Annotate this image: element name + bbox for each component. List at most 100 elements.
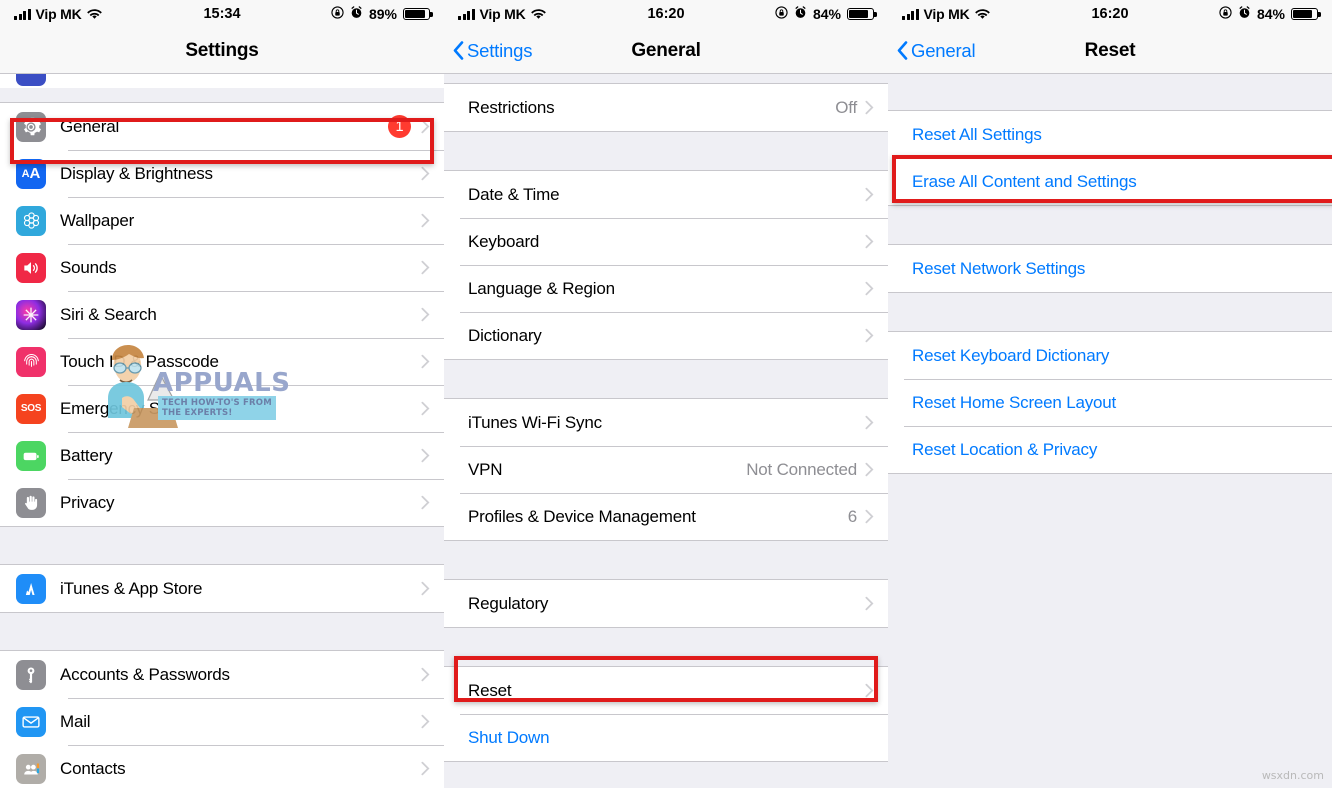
group-gap: [888, 74, 1332, 110]
chevron-right-icon: [421, 714, 430, 729]
nav-bar: General Reset: [888, 28, 1332, 74]
alarm-clock-icon: [794, 5, 807, 23]
wifi-icon: [974, 8, 990, 20]
general-row-vpn[interactable]: VPN Not Connected: [444, 446, 888, 493]
sos-icon: SOS: [16, 393, 46, 424]
back-button[interactable]: Settings: [444, 40, 532, 62]
reset-group-2: Reset Network Settings: [888, 244, 1332, 293]
chevron-right-icon: [421, 495, 430, 510]
general-row-label: Dictionary: [468, 325, 542, 345]
settings-row-label: General: [60, 116, 120, 136]
general-row-reset[interactable]: Reset: [444, 667, 888, 714]
settings-row-accounts-passwords[interactable]: Accounts & Passwords: [0, 651, 444, 698]
reset-row-erase-all-content-and-settings[interactable]: Erase All Content and Settings: [888, 158, 1332, 205]
general-row-regulatory[interactable]: Regulatory: [444, 580, 888, 627]
settings-row-touch-id-passcode[interactable]: Touch ID & Passcode: [0, 338, 444, 385]
general-row-profiles-device-management[interactable]: Profiles & Device Management 6: [444, 493, 888, 540]
settings-row-label: Siri & Search: [60, 304, 157, 324]
status-bar-left: Vip MK: [14, 6, 102, 22]
settings-row-wallpaper[interactable]: Wallpaper: [0, 197, 444, 244]
reset-row-label: Reset All Settings: [912, 124, 1042, 144]
general-group-3: iTunes Wi-Fi Sync VPN Not Connected Prof…: [444, 398, 888, 541]
chevron-left-icon: [453, 41, 464, 60]
appstore-icon: [16, 573, 46, 604]
group-gap: [444, 541, 888, 579]
battery-icon: [1291, 8, 1321, 20]
settings-row-battery[interactable]: Battery: [0, 432, 444, 479]
general-row-label: Restrictions: [468, 97, 555, 117]
back-button-label: Settings: [467, 39, 533, 61]
chevron-right-icon: [865, 100, 874, 115]
back-button-label: General: [911, 39, 976, 61]
general-row-restrictions[interactable]: Restrictions Off: [444, 84, 888, 131]
flower-icon: [16, 205, 46, 236]
settings-group-3: Accounts & Passwords Mail Contacts: [0, 650, 444, 788]
settings-row-contacts[interactable]: Contacts: [0, 745, 444, 788]
settings-row-privacy[interactable]: Privacy: [0, 479, 444, 526]
general-row-label: iTunes Wi-Fi Sync: [468, 412, 602, 432]
reset-row-reset-home-screen-layout[interactable]: Reset Home Screen Layout: [888, 379, 1332, 426]
general-row-label: Profiles & Device Management: [468, 506, 696, 526]
carrier-label: Vip MK: [923, 6, 970, 22]
reset-row-reset-network-settings[interactable]: Reset Network Settings: [888, 245, 1332, 292]
gear-icon: [16, 111, 46, 142]
settings-row-itunes-app-store[interactable]: iTunes & App Store: [0, 565, 444, 612]
battery-icon: [16, 440, 46, 471]
general-row-language-region[interactable]: Language & Region: [444, 265, 888, 312]
settings-row-label: Touch ID & Passcode: [60, 351, 219, 371]
chevron-right-icon: [421, 354, 430, 369]
settings-row-sounds[interactable]: Sounds: [0, 244, 444, 291]
settings-row-label: Sounds: [60, 257, 117, 277]
settings-row-mail[interactable]: Mail: [0, 698, 444, 745]
settings-row-siri-search[interactable]: Siri & Search: [0, 291, 444, 338]
reset-group-1: Reset All Settings Erase All Content and…: [888, 110, 1332, 206]
general-row-shut-down[interactable]: Shut Down: [444, 714, 888, 761]
site-watermark: wsxdn.com: [1261, 769, 1324, 782]
page-title: Settings: [185, 39, 259, 61]
settings-row-label: Mail: [60, 711, 91, 731]
reset-row-label: Reset Keyboard Dictionary: [912, 345, 1110, 365]
settings-row-display-brightness[interactable]: AA Display & Brightness: [0, 150, 444, 197]
general-row-keyboard[interactable]: Keyboard: [444, 218, 888, 265]
chevron-right-icon: [421, 581, 430, 596]
reset-row-reset-keyboard-dictionary[interactable]: Reset Keyboard Dictionary: [888, 332, 1332, 379]
reset-row-reset-location-privacy[interactable]: Reset Location & Privacy: [888, 426, 1332, 473]
general-row-date-time[interactable]: Date & Time: [444, 171, 888, 218]
back-button[interactable]: General: [888, 39, 976, 62]
chevron-right-icon: [421, 260, 430, 275]
status-bar: Vip MK 15:34 89%: [0, 0, 444, 28]
chevron-right-icon: [865, 187, 874, 202]
settings-group-2: iTunes & App Store: [0, 564, 444, 613]
speaker-icon: [16, 252, 46, 283]
wifi-icon: [530, 8, 546, 20]
general-row-label: Reset: [468, 680, 512, 700]
settings-row-emergency-sos[interactable]: SOS Emergency SOS: [0, 385, 444, 432]
contacts-icon: [16, 753, 46, 784]
chevron-right-icon: [865, 683, 874, 698]
chevron-right-icon: [865, 281, 874, 296]
group-gap: [444, 360, 888, 398]
chevron-right-icon: [865, 509, 874, 524]
siri-icon: [16, 299, 46, 330]
status-bar-left: Vip MK: [902, 6, 990, 22]
status-bar-right: 84%: [775, 5, 877, 23]
group-gap: [0, 527, 444, 564]
general-row-label: Shut Down: [468, 727, 550, 747]
settings-row-label: Privacy: [60, 492, 115, 512]
general-row-dictionary[interactable]: Dictionary: [444, 312, 888, 359]
three-panel-screenshot-strip: Vip MK 15:34 89% Settings General 1 A A …: [0, 0, 1332, 788]
general-row-itunes-wifi-sync[interactable]: iTunes Wi-Fi Sync: [444, 399, 888, 446]
panel-settings: Vip MK 15:34 89% Settings General 1 A A …: [0, 0, 444, 788]
battery-icon: [403, 8, 433, 20]
group-gap: [444, 132, 888, 170]
reset-row-reset-all-settings[interactable]: Reset All Settings: [888, 111, 1332, 158]
status-badge: 1: [388, 115, 411, 138]
chevron-right-icon: [421, 667, 430, 682]
group-gap: [0, 88, 444, 102]
chevron-right-icon: [865, 415, 874, 430]
settings-row-label: Emergency SOS: [60, 398, 185, 418]
nav-bar: Settings: [0, 28, 444, 74]
carrier-label: Vip MK: [479, 6, 526, 22]
nav-bar: Settings General: [444, 28, 888, 74]
settings-row-general[interactable]: General 1: [0, 103, 444, 150]
